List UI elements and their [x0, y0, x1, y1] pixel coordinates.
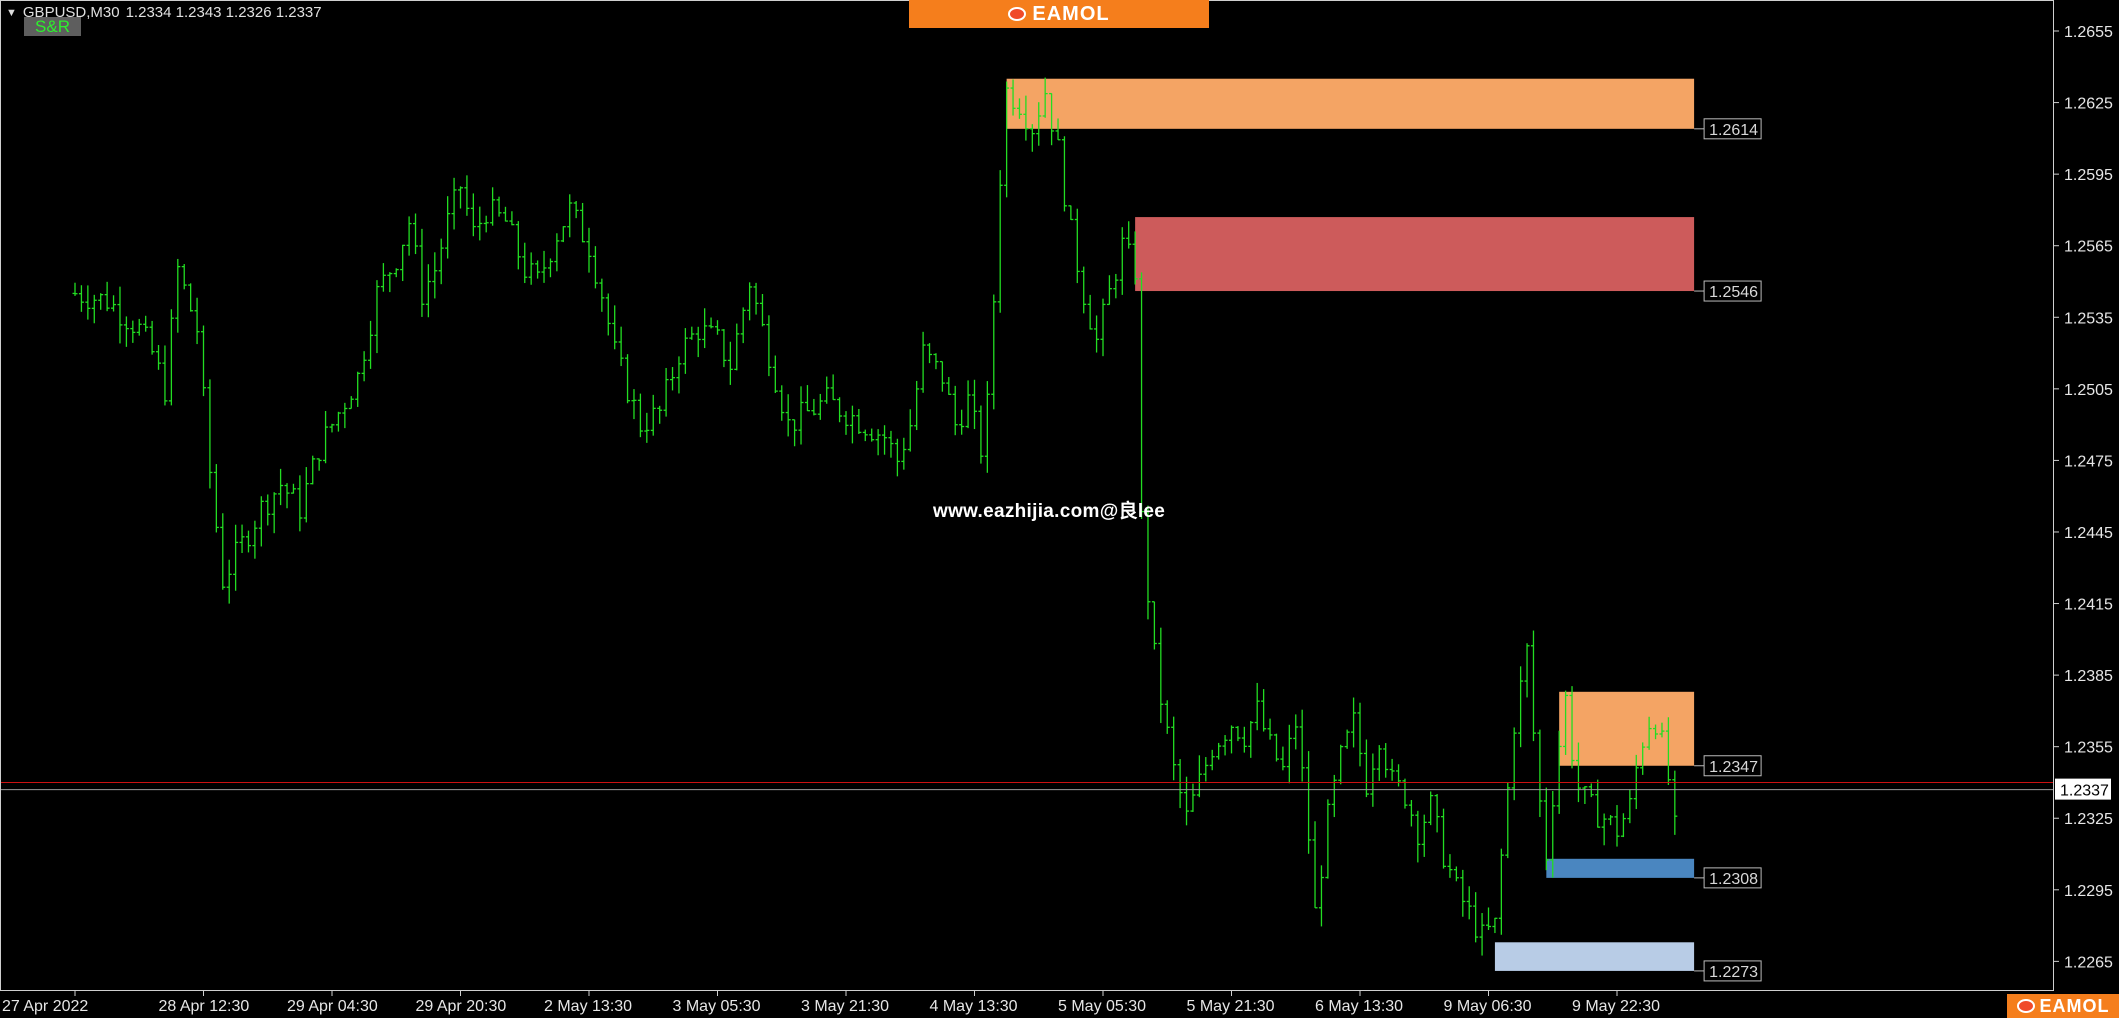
- eamol-logo-icon: [2016, 999, 2035, 1013]
- bottom-logo-text: EAMOL: [2039, 995, 2110, 1016]
- x-tick-label: 5 May 21:30: [1187, 998, 1275, 1015]
- zone-label-4: 1.2273: [1709, 964, 1758, 981]
- eamol-logo-icon: [1008, 7, 1027, 21]
- indicator-badge[interactable]: S&R: [24, 17, 81, 36]
- chart-menu-triangle-icon[interactable]: ▼: [6, 7, 17, 19]
- y-tick-label: 1.2655: [2064, 24, 2113, 41]
- x-tick-label: 3 May 21:30: [801, 998, 889, 1015]
- y-tick-label: 1.2535: [2064, 310, 2113, 327]
- y-tick-label: 1.2445: [2064, 525, 2113, 542]
- x-tick-label: 29 Apr 20:30: [416, 998, 507, 1015]
- sr-zones: [1006, 78, 1695, 971]
- x-tick-label: 5 May 05:30: [1058, 998, 1146, 1015]
- x-tick-label: 6 May 13:30: [1315, 998, 1403, 1015]
- y-tick-label: 1.2595: [2064, 167, 2113, 184]
- y-tick-label: 1.2565: [2064, 239, 2113, 256]
- current-price-label: 1.2337: [2060, 783, 2109, 800]
- x-tick-label: 29 Apr 04:30: [287, 998, 378, 1015]
- x-tick-label: 27 Apr 2022: [2, 998, 88, 1015]
- candles: [72, 77, 1678, 956]
- y-tick-label: 1.2505: [2064, 382, 2113, 399]
- x-tick-label: 9 May 06:30: [1444, 998, 1532, 1015]
- x-tick-label: 3 May 05:30: [673, 998, 761, 1015]
- zone-label-0: 1.2614: [1709, 122, 1758, 139]
- y-tick-label: 1.2355: [2064, 740, 2113, 757]
- bottom-logo: EAMOL: [2007, 994, 2119, 1018]
- y-tick-label: 1.2415: [2064, 597, 2113, 614]
- y-tick-label: 1.2265: [2064, 954, 2113, 971]
- y-tick-label: 1.2295: [2064, 883, 2113, 900]
- zone-label-2: 1.2347: [1709, 759, 1758, 776]
- zone-label-1: 1.2546: [1709, 284, 1758, 301]
- y-tick-label: 1.2625: [2064, 96, 2113, 113]
- x-tick-label: 2 May 13:30: [544, 998, 632, 1015]
- x-tick-label: 28 Apr 12:30: [159, 998, 250, 1015]
- time-axis: 27 Apr 2022 28 Apr 12:30 29 Apr 04:30 29 Ap…: [2, 990, 1660, 1015]
- zone-label-3: 1.2308: [1709, 871, 1758, 888]
- ohlc-label: 1.2334 1.2343 1.2326 1.2337: [125, 4, 322, 21]
- sr-zone-2: [1559, 691, 1695, 766]
- price-lines: [0, 781, 2053, 791]
- sr-zone-4: [1494, 942, 1695, 971]
- banner-logo-text: EAMOL: [1032, 2, 1110, 25]
- mt4-chart-window[interactable]: 1.2655 1.2625 1.2595 1.2565 1.2535 1.2505 1.24…: [0, 0, 2119, 1018]
- sr-zone-1: [1135, 217, 1695, 292]
- x-tick-label: 4 May 13:30: [930, 998, 1018, 1015]
- sr-zone-3: [1546, 858, 1695, 878]
- zone-labels: 1.2614 1.2546 1.2347 1.2308 1.2273: [1694, 118, 1762, 982]
- top-banner[interactable]: EAMOL: [909, 0, 1209, 28]
- y-tick-label: 1.2325: [2064, 811, 2113, 828]
- y-tick-label: 1.2475: [2064, 453, 2113, 470]
- watermark: www.eazhijia.com@良lee: [933, 501, 1166, 522]
- sr-zone-0: [1006, 78, 1695, 129]
- x-tick-label: 9 May 22:30: [1572, 998, 1660, 1015]
- y-tick-label: 1.2385: [2064, 668, 2113, 685]
